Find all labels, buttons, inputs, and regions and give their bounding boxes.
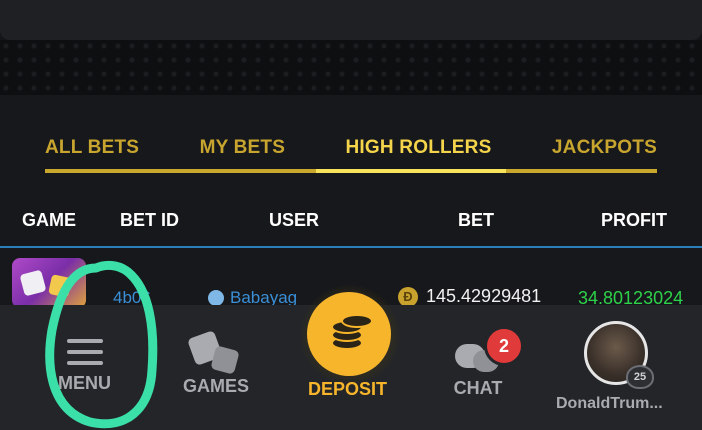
tab-my-bets[interactable]: MY BETS [200,137,286,159]
games-label: GAMES [183,376,250,396]
header-divider [0,246,702,248]
bet-amount: Ð 145.42929481 [398,286,541,307]
hamburger-menu-icon [66,337,103,367]
dice-icon [187,330,241,375]
level-badge: 25 [626,365,654,389]
top-panel [0,0,702,40]
decorative-pattern-band [0,40,702,95]
deposit-label[interactable]: DEPOSIT [308,379,387,400]
chat-label: CHAT [453,378,503,398]
user-icon [208,290,224,306]
column-header-bet-id: BET ID [120,210,180,230]
dice-game-icon[interactable] [12,258,86,308]
tab-all-bets[interactable]: ALL BETS [45,137,139,159]
profile-name[interactable]: DonaldTrum... [556,395,663,413]
coins-stack-icon [327,314,373,354]
column-header-bet: BET [458,210,494,230]
bets-tabs: ALL BETS MY BETS HIGH ROLLERS JACKPOTS [45,125,657,170]
active-tab-indicator [316,169,506,173]
games-button[interactable]: GAMES [183,330,250,397]
tab-jackpots[interactable]: JACKPOTS [552,137,657,159]
dogecoin-icon: Ð [398,286,418,307]
column-header-user: USER [269,210,320,230]
tabs-underline [45,169,657,173]
menu-button[interactable]: MENU [58,337,111,394]
column-header-profit: PROFIT [601,210,667,230]
column-header-game: GAME [22,210,76,230]
tab-high-rollers[interactable]: HIGH ROLLERS [346,137,492,159]
bet-value: 145.42929481 [426,286,542,306]
deposit-button[interactable] [307,292,391,376]
menu-label: MENU [58,373,111,393]
chat-notification-badge: 2 [484,326,524,366]
